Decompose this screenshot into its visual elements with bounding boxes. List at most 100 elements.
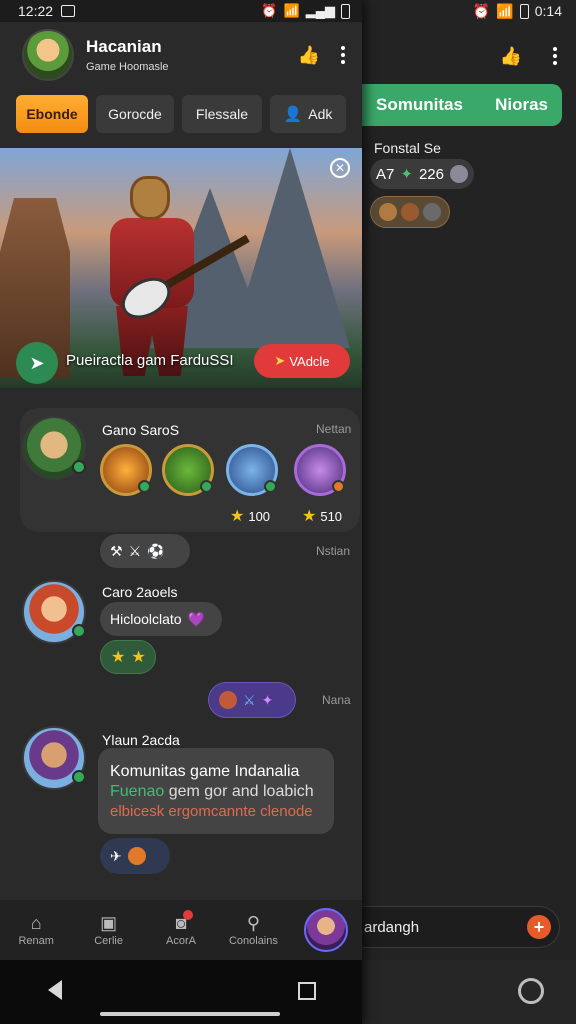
hero-icon-dragon[interactable] [162,444,214,496]
user-avatar[interactable] [22,580,86,644]
app-screen: ⏰ 📶 0:14 👍 Somunitas Nioras Fonstal Se A… [0,0,576,1024]
right-bottom-bar [362,960,576,1024]
chat-subtitle: Game Hoomasle [86,61,169,73]
alarm-icon: ⏰ [472,2,491,19]
sender-name: Gano SaroS [102,422,180,438]
add-icon[interactable]: + [527,915,551,939]
star-icon: ★ [230,508,245,525]
right-section-title: Fonstal Se [374,140,441,156]
thumbs-up-icon[interactable]: 👍 [294,40,324,70]
right-message-input[interactable]: ardangh + [362,906,560,948]
message-time: Nana [322,693,351,707]
message-time: Nstian [316,544,351,558]
user-avatar[interactable] [22,726,86,790]
message-line: Komunitas game Indanalia [110,762,300,780]
star-icon: ★ [302,508,317,525]
online-indicator [72,770,86,784]
tab-adk[interactable]: 👤 Adk [270,95,346,133]
battery-icon [341,3,350,19]
add-user-icon: 👤 [283,106,303,123]
score-item: ★ 100 [230,508,271,525]
wifi-icon: 📶 [496,2,514,19]
right-items-pill[interactable] [370,196,450,228]
more-options-icon[interactable] [338,46,348,64]
reaction-bubble[interactable]: ⚔ ✦ [208,682,296,718]
fire-icon [127,847,146,865]
hammer-icon: ⚒ [110,542,123,559]
hero-icon-knight[interactable] [226,444,278,496]
battery-icon [519,3,529,19]
gamepad-icon: ▣ [100,912,118,933]
close-icon[interactable]: ✕ [330,158,350,178]
score-item: ★ 510 [302,508,343,525]
user-avatar[interactable] [22,416,86,480]
online-indicator [72,624,86,638]
notification-icon [61,5,76,17]
right-status-bar: ⏰ 📶 0:14 [362,0,576,22]
main-panel: 12:22 ⏰ 📶 ▂▄▆ Hacanian Game Hoomasle 👍 E… [0,0,362,1024]
right-stats-pill: A7 ✦ 226 [370,159,474,189]
reaction-bubble[interactable]: ✈ [100,838,170,874]
featured-banner[interactable]: ✕ ➤ Pueiractla gam FarduSSI ➤ VAdcle [0,148,362,388]
right-more-icon[interactable] [550,47,560,65]
thumbs-up-icon[interactable]: 👍 [500,46,522,67]
nav-item-cerlie[interactable]: ▣ Cerlie [72,914,144,947]
helmet-icon [449,165,468,183]
right-top-bar: 👍 [362,22,576,90]
bottom-nav: ⌂ Renam ▣ Cerlie ◙ AcorA ⚲ Conolains [0,900,362,960]
hero-head [130,176,170,220]
tab-ebonde[interactable]: Ebonde [16,95,88,133]
assistant-icon[interactable] [518,978,544,1004]
send-icon[interactable]: ➤ [16,342,58,384]
tab-bar: Ebonde Gorocde Flessale 👤 Adk [16,95,350,135]
hero-icon-fire[interactable] [100,444,152,496]
reaction-bubble[interactable]: ⚒ ⚔ ⚽ [100,534,190,568]
swords-icon: ⚔ [243,691,256,708]
nav-item-home[interactable]: ⌂ Renam [0,914,72,947]
crystal-icon: ✦ [261,691,274,708]
profile-icon: ⚲ [246,912,261,933]
stat-b-value: 226 [418,165,444,183]
leaf-icon: ✦ [400,166,413,183]
message-time: Nettan [316,422,352,436]
reaction-bubble[interactable]: ★ ★ [100,640,156,674]
chat-header: Hacanian Game Hoomasle 👍 [0,22,362,88]
item-icon-2 [401,203,419,221]
wifi-icon: 📶 [283,3,300,18]
tab-flessale[interactable]: Flessale [182,95,262,133]
alarm-icon: ⏰ [261,3,278,18]
home-indicator[interactable] [100,1012,280,1016]
hero-icon-mage[interactable] [294,444,346,496]
signal-icon: ▂▄▆ [305,3,335,18]
sender-name: Ylaun 2acda [102,732,180,748]
message-bubble[interactable]: Komunitas game Indanalia Fuenao gem gor … [98,748,334,834]
nav-item-acora[interactable]: ◙ AcorA [145,909,217,947]
right-tabs: Somunitas Nioras [362,84,562,126]
recents-icon[interactable] [298,982,316,1000]
tab-somunitas[interactable]: Somunitas [376,95,463,115]
item-icon-3 [423,203,441,221]
online-indicator [72,460,86,474]
jet-icon: ✈ [110,847,122,864]
arrow-icon: ➤ [274,353,286,368]
group-avatar[interactable] [22,29,74,81]
banner-cta-button[interactable]: ➤ VAdcle [254,344,350,378]
ball-icon: ⚽ [147,542,165,559]
nav-item-avatar[interactable] [290,908,362,952]
profile-avatar [303,908,348,952]
chat-title: Hacanian [86,37,162,56]
message-bubble[interactable]: Hicloolclato 💜 [100,602,222,636]
tab-gorocde[interactable]: Gorocde [96,95,174,133]
target-icon [219,691,237,709]
status-time: 12:22 [18,3,54,19]
home-icon: ⌂ [30,912,42,933]
tab-nioras[interactable]: Nioras [495,95,548,115]
swords-icon: ⚔ [128,542,142,559]
back-icon[interactable] [48,980,62,1000]
message-line: Fuenao gem gor and loabich [110,782,314,800]
status-bar: 12:22 ⏰ 📶 ▂▄▆ [0,0,362,22]
heart-icon: 💜 [187,610,206,627]
nav-item-conolains[interactable]: ⚲ Conolains [217,914,289,947]
banner-caption: Pueiractla gam FarduSSI [66,352,234,369]
message-line: elbicesk ergomcannte clenode [110,802,313,820]
